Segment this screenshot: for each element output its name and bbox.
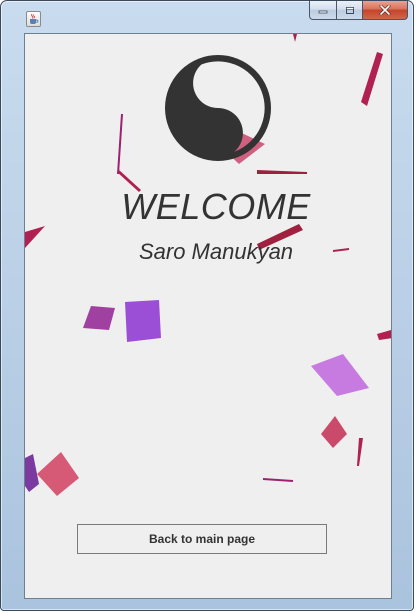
confetti-piece — [321, 416, 347, 448]
confetti-piece — [25, 454, 39, 492]
user-name: Saro Manukyan — [138, 239, 294, 264]
close-button[interactable] — [362, 1, 408, 20]
minimize-icon — [318, 10, 328, 14]
confetti-piece — [311, 354, 369, 396]
back-to-main-button[interactable]: Back to main page — [77, 524, 327, 554]
close-icon — [379, 5, 391, 15]
maximize-button[interactable] — [336, 1, 362, 20]
java-cup-icon[interactable] — [26, 11, 41, 27]
minimize-button[interactable] — [309, 1, 336, 20]
confetti-piece — [125, 300, 161, 342]
confetti-piece — [357, 438, 363, 466]
confetti-piece — [257, 170, 307, 174]
confetti-piece — [117, 114, 123, 174]
confetti-piece — [83, 306, 115, 330]
confetti-piece — [263, 478, 293, 482]
maximize-icon — [345, 6, 354, 14]
content-panel: WELCOME Saro Manukyan Back to main page — [24, 33, 392, 599]
confetti-piece — [37, 452, 79, 496]
yin-yang-icon — [165, 55, 271, 161]
app-window: WELCOME Saro Manukyan Back to main page — [0, 0, 414, 611]
confetti-piece — [361, 52, 383, 106]
welcome-title: WELCOME — [121, 186, 311, 227]
confetti-piece — [377, 330, 391, 340]
window-controls — [309, 1, 408, 21]
confetti-piece — [293, 34, 297, 42]
title-bar[interactable] — [1, 1, 413, 31]
